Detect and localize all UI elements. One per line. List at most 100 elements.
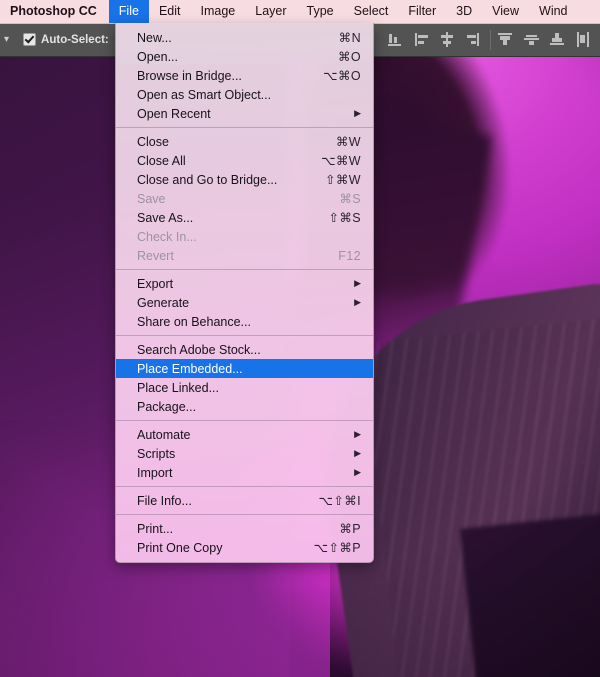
menu-item-scripts[interactable]: Scripts ▶ bbox=[116, 444, 373, 463]
align-divider bbox=[490, 29, 491, 50]
menu-item-shortcut: ⌥⌘O bbox=[323, 69, 361, 83]
menu-bar-item-select[interactable]: Select bbox=[344, 0, 399, 23]
menu-item-close-all[interactable]: Close All ⌥⌘W bbox=[116, 151, 373, 170]
menu-item-shortcut: ⇧⌘W bbox=[325, 173, 361, 187]
menu-item-shortcut: ⌘N bbox=[338, 31, 361, 45]
menu-item-label: Save bbox=[137, 191, 166, 206]
align-bottom-edges-2-icon[interactable] bbox=[549, 31, 566, 48]
submenu-arrow-icon: ▶ bbox=[354, 429, 361, 439]
menu-item-shortcut: ⇧⌘S bbox=[328, 211, 361, 225]
menu-item-shortcut: ⌘W bbox=[335, 135, 361, 149]
menu-separator bbox=[116, 335, 373, 336]
menu-item-label: Print One Copy bbox=[137, 540, 223, 555]
app-name: Photoshop CC bbox=[10, 4, 97, 18]
menu-item-label: Close All bbox=[137, 153, 186, 168]
align-vertical-centers-icon[interactable] bbox=[523, 31, 540, 48]
align-top-edges-icon[interactable] bbox=[497, 31, 514, 48]
menu-item-place-linked[interactable]: Place Linked... bbox=[116, 378, 373, 397]
menu-bar-items: File Edit Image Layer Type Select Filter 3D View… bbox=[108, 0, 578, 23]
menu-item-label: New... bbox=[137, 30, 172, 45]
menu-item-save: Save ⌘S bbox=[116, 189, 373, 208]
menu-bar-item-type[interactable]: Type bbox=[297, 0, 344, 23]
menu-bar-item-view[interactable]: View bbox=[482, 0, 529, 23]
align-group-right bbox=[497, 31, 592, 48]
auto-select-label: Auto-Select: bbox=[41, 33, 109, 46]
align-left-edges-icon[interactable] bbox=[413, 31, 430, 48]
submenu-arrow-icon: ▶ bbox=[354, 467, 361, 477]
distribute-horizontally-icon[interactable] bbox=[575, 31, 592, 48]
menu-item-label: Open Recent bbox=[137, 106, 211, 121]
menu-item-shortcut: ⌥⇧⌘P bbox=[313, 541, 361, 555]
menu-separator bbox=[116, 420, 373, 421]
menu-item-shortcut: ⌘P bbox=[339, 522, 361, 536]
menu-item-save-as[interactable]: Save As... ⇧⌘S bbox=[116, 208, 373, 227]
submenu-arrow-icon: ▶ bbox=[354, 297, 361, 307]
menu-separator bbox=[116, 486, 373, 487]
align-bottom-edges-icon[interactable] bbox=[387, 31, 404, 48]
menu-item-shortcut: F12 bbox=[338, 248, 361, 263]
menu-item-browse-in-bridge[interactable]: Browse in Bridge... ⌥⌘O bbox=[116, 66, 373, 85]
menu-separator bbox=[116, 127, 373, 128]
menu-item-label: Open... bbox=[137, 49, 178, 64]
menu-separator bbox=[116, 514, 373, 515]
menu-bar-item-filter[interactable]: Filter bbox=[398, 0, 446, 23]
menu-item-open[interactable]: Open... ⌘O bbox=[116, 47, 373, 66]
menu-bar-item-file[interactable]: File bbox=[108, 0, 149, 23]
menu-item-generate[interactable]: Generate ▶ bbox=[116, 293, 373, 312]
submenu-arrow-icon: ▶ bbox=[354, 278, 361, 288]
menu-item-revert: Revert F12 bbox=[116, 246, 373, 265]
menu-bar: Photoshop CC File Edit Image Layer Type Selec… bbox=[0, 0, 600, 24]
menu-item-label: Close and Go to Bridge... bbox=[137, 172, 278, 187]
menu-item-label: Automate bbox=[137, 427, 191, 442]
menu-item-package[interactable]: Package... bbox=[116, 397, 373, 416]
menu-item-label: Package... bbox=[137, 399, 197, 414]
menu-item-print[interactable]: Print... ⌘P bbox=[116, 519, 373, 538]
menu-item-label: Save As... bbox=[137, 210, 194, 225]
align-group-left bbox=[387, 31, 482, 48]
menu-item-label: Scripts bbox=[137, 446, 176, 461]
auto-select-checkbox[interactable] bbox=[23, 33, 37, 46]
menu-item-print-one-copy[interactable]: Print One Copy ⌥⇧⌘P bbox=[116, 538, 373, 557]
submenu-arrow-icon: ▶ bbox=[354, 448, 361, 458]
menu-item-label: Revert bbox=[137, 248, 174, 263]
menu-item-check-in: Check In... bbox=[116, 227, 373, 246]
menu-item-label: Print... bbox=[137, 521, 174, 536]
menu-item-export[interactable]: Export ▶ bbox=[116, 274, 373, 293]
menu-item-new[interactable]: New... ⌘N bbox=[116, 28, 373, 47]
menu-item-label: Place Embedded... bbox=[137, 361, 243, 376]
menu-separator bbox=[116, 269, 373, 270]
menu-item-label: Search Adobe Stock... bbox=[137, 342, 261, 357]
menu-bar-item-layer[interactable]: Layer bbox=[245, 0, 296, 23]
menu-item-file-info[interactable]: File Info... ⌥⇧⌘I bbox=[116, 491, 373, 510]
menu-item-open-as-smart-object[interactable]: Open as Smart Object... bbox=[116, 85, 373, 104]
file-dropdown-menu[interactable]: New... ⌘N Open... ⌘O Browse in Bridge... ⌥⌘O O… bbox=[115, 23, 374, 563]
menu-item-label: Close bbox=[137, 134, 169, 149]
menu-item-shortcut: ⌘S bbox=[339, 192, 361, 206]
menu-item-shortcut: ⌘O bbox=[337, 50, 361, 64]
tool-preset-chevron-icon[interactable]: ▾ bbox=[0, 34, 15, 45]
menu-item-automate[interactable]: Automate ▶ bbox=[116, 425, 373, 444]
menu-item-import[interactable]: Import ▶ bbox=[116, 463, 373, 482]
menu-item-share-on-behance[interactable]: Share on Behance... bbox=[116, 312, 373, 331]
submenu-arrow-icon: ▶ bbox=[354, 108, 361, 118]
menu-item-close-and-go-to-bridge[interactable]: Close and Go to Bridge... ⇧⌘W bbox=[116, 170, 373, 189]
menu-bar-item-edit[interactable]: Edit bbox=[149, 0, 191, 23]
menu-item-shortcut: ⌥⇧⌘I bbox=[318, 494, 361, 508]
menu-item-open-recent[interactable]: Open Recent ▶ bbox=[116, 104, 373, 123]
menu-bar-item-wind[interactable]: Wind bbox=[529, 0, 577, 23]
menu-item-label: Browse in Bridge... bbox=[137, 68, 242, 83]
align-horizontal-centers-icon[interactable] bbox=[439, 31, 456, 48]
menu-item-close[interactable]: Close ⌘W bbox=[116, 132, 373, 151]
menu-item-search-adobe-stock[interactable]: Search Adobe Stock... bbox=[116, 340, 373, 359]
menu-item-label: Import bbox=[137, 465, 173, 480]
menu-item-label: Open as Smart Object... bbox=[137, 87, 272, 102]
menu-bar-item-3d[interactable]: 3D bbox=[446, 0, 482, 23]
menu-item-label: File Info... bbox=[137, 493, 192, 508]
menu-bar-item-image[interactable]: Image bbox=[191, 0, 246, 23]
menu-item-label: Share on Behance... bbox=[137, 314, 251, 329]
menu-item-label: Export bbox=[137, 276, 174, 291]
menu-item-label: Place Linked... bbox=[137, 380, 219, 395]
menu-item-place-embedded[interactable]: Place Embedded... bbox=[116, 359, 373, 378]
align-right-edges-icon[interactable] bbox=[465, 31, 482, 48]
menu-item-label: Check In... bbox=[137, 229, 197, 244]
